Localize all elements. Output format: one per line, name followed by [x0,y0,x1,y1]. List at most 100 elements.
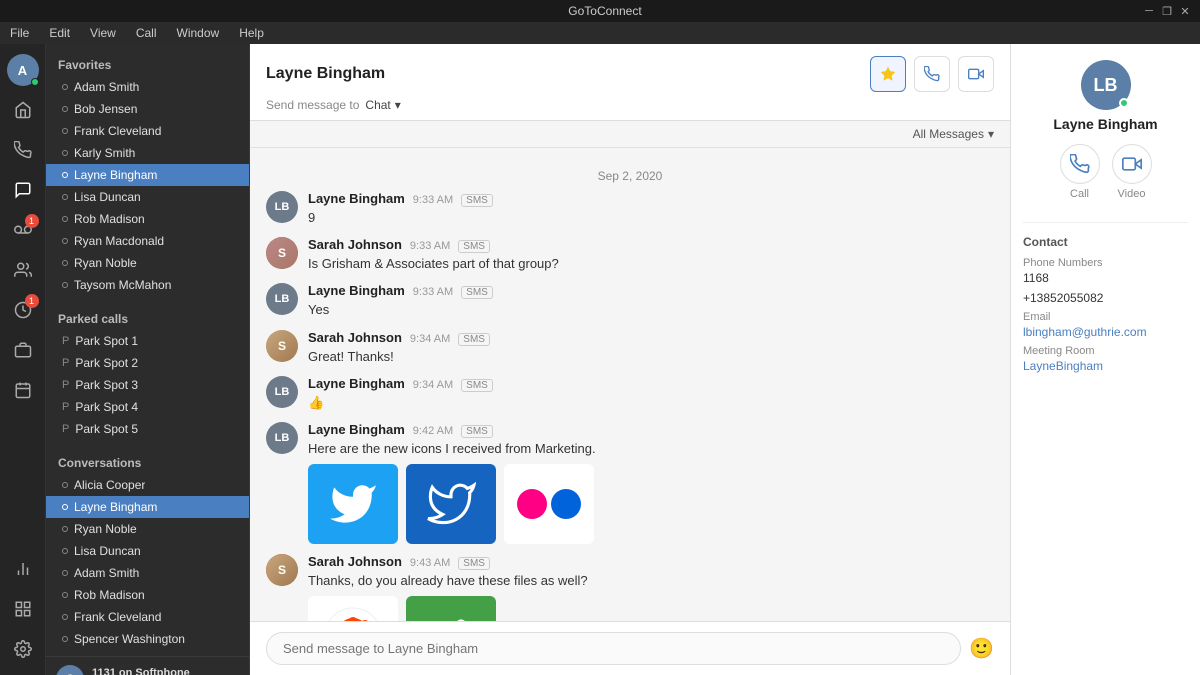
contact-adam-smith[interactable]: Adam Smith [46,76,249,98]
parked-calls-header: Parked calls [46,304,249,330]
meeting-room-link[interactable]: LayneBingham [1023,359,1103,373]
contact-display-name: Layne Bingham [1023,116,1188,132]
conv-alicia-cooper[interactable]: Alicia Cooper [46,474,249,496]
filter-label: All Messages [913,127,984,141]
avatar-sj-3: S [266,554,298,586]
msg-time-4: 9:34 AM [410,333,450,345]
conv-rob-madison[interactable]: Rob Madison [46,584,249,606]
conv-layne-bingham[interactable]: Layne Bingham [46,496,249,518]
twitter-blue-image [308,464,398,544]
close-button[interactable]: ✕ [1178,4,1192,18]
send-message-label: Send message to [266,98,359,112]
call-action-label: Call [1070,188,1089,200]
contact-frank-cleveland[interactable]: Frank Cleveland [46,120,249,142]
video-button[interactable] [958,56,994,92]
video-action-btn[interactable] [1112,144,1152,184]
contacts-icon-btn[interactable] [5,252,41,288]
phone-number-1: 1168 [1023,271,1188,285]
avatar-lb-2: LB [266,283,298,315]
contact-layne-bingham-fav[interactable]: Layne Bingham [46,164,249,186]
channel-select[interactable]: Chat ▾ [365,98,400,112]
video-action[interactable]: Video [1112,144,1152,200]
park-spot-2[interactable]: PPark Spot 2 [46,352,249,374]
meetings-icon-btn[interactable] [5,372,41,408]
history-icon-btn[interactable]: 1 [5,292,41,328]
bottom-bar[interactable]: G 1131 on Softphone Guthrie Limited ▲ [46,656,249,675]
msg-text-7: Thanks, do you already have these files … [308,572,994,590]
minimize-button[interactable]: ─ [1142,4,1156,18]
messages-filter-bar: All Messages ▾ [250,121,1010,148]
analytics-icon-btn[interactable] [5,551,41,587]
message-row: S Sarah Johnson 9:34 AM SMS Great! Thank… [266,330,994,366]
share-green-image [406,596,496,621]
window-controls[interactable]: ─ ❐ ✕ [1142,4,1192,18]
emoji-button[interactable]: 🙂 [969,636,994,661]
contact-bob-jensen[interactable]: Bob Jensen [46,98,249,120]
conv-adam-smith[interactable]: Adam Smith [46,562,249,584]
msg-text-2: Is Grisham & Associates part of that gro… [308,255,994,273]
conv-frank-cleveland[interactable]: Frank Cleveland [46,606,249,628]
menu-window[interactable]: Window [171,24,226,42]
favorites-header: Favorites [46,50,249,76]
chat-channel-bar: Send message to Chat ▾ [266,98,994,120]
twitter-outline-image [406,464,496,544]
call-action[interactable]: Call [1060,144,1100,200]
star-button[interactable] [870,56,906,92]
menu-edit[interactable]: Edit [43,24,76,42]
msg-channel-2: SMS [458,240,490,253]
flickr-image [504,464,594,544]
conv-lisa-duncan[interactable]: Lisa Duncan [46,540,249,562]
right-panel: LB Layne Bingham Call Video Contact Phon… [1010,44,1200,675]
msg-images-7 [308,596,994,621]
conv-spencer-washington[interactable]: Spencer Washington [46,628,249,650]
bottom-bar-avatar: G [56,665,84,675]
conversations-header: Conversations [46,448,249,474]
chat-actions [870,56,994,92]
home-icon-btn[interactable] [5,92,41,128]
message-row: LB Layne Bingham 9:34 AM SMS 👍 [266,376,994,412]
contact-karly-smith[interactable]: Karly Smith [46,142,249,164]
email-label: Email [1023,311,1188,323]
voicemail-icon-btn[interactable]: 1 [5,212,41,248]
avatar-sj-2: S [266,330,298,362]
maximize-button[interactable]: ❐ [1160,4,1174,18]
message-row: S Sarah Johnson 9:33 AM SMS Is Grisham &… [266,237,994,273]
msg-sender-1: Layne Bingham [308,191,405,206]
menu-call[interactable]: Call [130,24,163,42]
msg-sender-2: Sarah Johnson [308,237,402,252]
menu-view[interactable]: View [84,24,122,42]
menu-file[interactable]: File [4,24,35,42]
channel-dropdown-icon: ▾ [395,98,401,112]
msg-time-1: 9:33 AM [413,194,453,206]
all-messages-filter[interactable]: All Messages ▾ [913,127,994,141]
msg-text-6: Here are the new icons I received from M… [308,440,994,458]
park-spot-3[interactable]: PPark Spot 3 [46,374,249,396]
park-spot-4[interactable]: PPark Spot 4 [46,396,249,418]
contact-lisa-duncan[interactable]: Lisa Duncan [46,186,249,208]
call-button[interactable] [914,56,950,92]
menu-help[interactable]: Help [233,24,270,42]
msg-text-1: 9 [308,209,994,227]
contact-avatar: LB [1081,60,1131,110]
contact-taysom-mcmahon[interactable]: Taysom McMahon [46,274,249,296]
call-action-btn[interactable] [1060,144,1100,184]
message-row: LB Layne Bingham 9:33 AM SMS Yes [266,283,994,319]
park-spot-1[interactable]: PPark Spot 1 [46,330,249,352]
email-link[interactable]: lbingham@guthrie.com [1023,325,1147,339]
park-spot-5[interactable]: PPark Spot 5 [46,418,249,440]
contact-section-title: Contact [1023,235,1188,249]
admin-icon-btn[interactable] [5,591,41,627]
bottom-bar-extension: 1131 on Softphone [92,667,190,675]
chat-input[interactable] [266,632,961,665]
user-avatar-btn[interactable]: A [5,52,41,88]
contact-ryan-noble[interactable]: Ryan Noble [46,252,249,274]
settings-icon-btn[interactable] [5,631,41,667]
contact-ryan-macdonald[interactable]: Ryan Macdonald [46,230,249,252]
conv-ryan-noble[interactable]: Ryan Noble [46,518,249,540]
fax-icon-btn[interactable] [5,332,41,368]
msg-time-5: 9:34 AM [413,379,453,391]
phone-icon-btn[interactable] [5,132,41,168]
contact-rob-madison[interactable]: Rob Madison [46,208,249,230]
chat-contact-name: Layne Bingham [266,65,385,83]
chat-icon-btn[interactable] [5,172,41,208]
